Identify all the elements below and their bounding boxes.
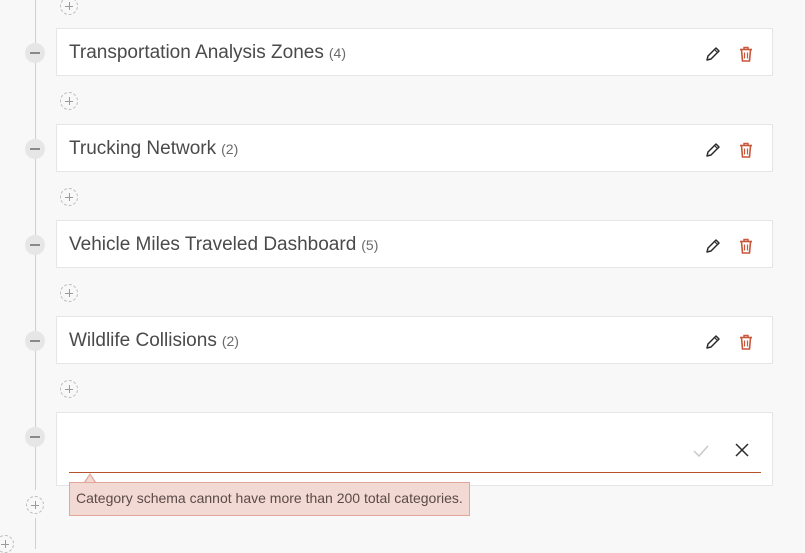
add-category-button[interactable]: [60, 380, 78, 398]
category-title: Vehicle Miles Traveled Dashboard (5): [69, 234, 378, 256]
category-card: Vehicle Miles Traveled Dashboard (5): [56, 220, 773, 268]
category-name: Trucking Network: [69, 138, 217, 159]
category-count: (2): [221, 141, 239, 157]
add-category-button[interactable]: [0, 535, 14, 553]
category-card: Trucking Network (2): [56, 124, 773, 172]
collapse-button[interactable]: [25, 235, 45, 255]
category-title: Wildlife Collisions (2): [69, 330, 239, 352]
collapse-button[interactable]: [25, 427, 45, 447]
add-category-button[interactable]: [60, 284, 78, 302]
pencil-icon[interactable]: [704, 45, 722, 63]
trash-icon[interactable]: [737, 141, 755, 159]
error-message: Category schema cannot have more than 20…: [69, 482, 470, 516]
x-icon[interactable]: [734, 442, 750, 458]
collapse-button[interactable]: [25, 43, 45, 63]
add-category-button[interactable]: [60, 188, 78, 206]
category-name: Transportation Analysis Zones: [69, 42, 324, 63]
category-name: Vehicle Miles Traveled Dashboard: [69, 234, 357, 255]
category-count: (4): [328, 45, 346, 61]
trash-icon[interactable]: [737, 45, 755, 63]
add-category-button[interactable]: [60, 0, 78, 15]
category-name: Wildlife Collisions: [69, 330, 217, 351]
category-count: (5): [361, 237, 379, 253]
add-category-button[interactable]: [60, 92, 78, 110]
collapse-button[interactable]: [25, 331, 45, 351]
trash-icon[interactable]: [737, 237, 755, 255]
collapse-button[interactable]: [25, 139, 45, 159]
category-card: Transportation Analysis Zones (4): [56, 28, 773, 76]
new-category-editor: [56, 412, 773, 486]
pencil-icon[interactable]: [704, 237, 722, 255]
trash-icon[interactable]: [737, 333, 755, 351]
category-title: Trucking Network (2): [69, 138, 238, 160]
category-title: Transportation Analysis Zones (4): [69, 42, 346, 64]
add-category-button[interactable]: [26, 496, 44, 514]
check-icon[interactable]: [692, 443, 710, 459]
pencil-icon[interactable]: [704, 141, 722, 159]
tree-connector-line: [35, 518, 36, 549]
pencil-icon[interactable]: [704, 333, 722, 351]
category-count: (2): [221, 333, 239, 349]
category-name-input[interactable]: [69, 437, 761, 473]
category-card: Wildlife Collisions (2): [56, 316, 773, 364]
